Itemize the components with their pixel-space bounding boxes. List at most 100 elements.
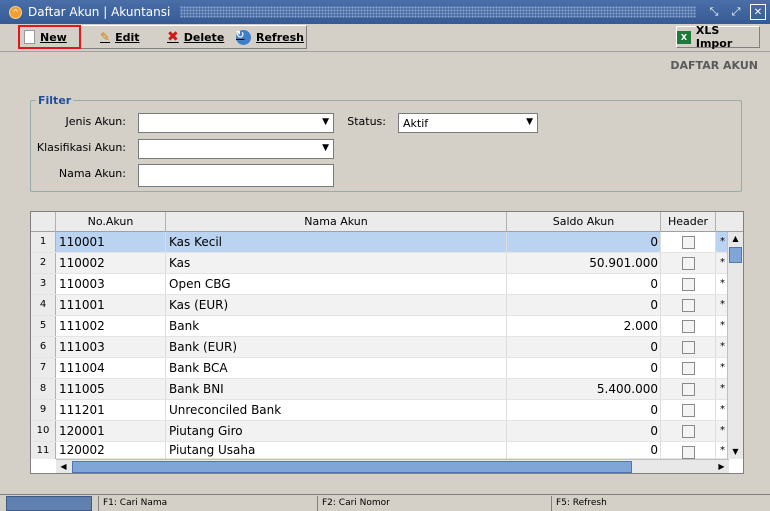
status-select[interactable]: Aktif ▼ <box>398 113 538 133</box>
delete-x-icon: ✖ <box>167 29 179 45</box>
status-indicator <box>6 496 92 511</box>
table-row[interactable]: 3 110003 Open CBG 0 * <box>31 274 729 295</box>
header-checkbox[interactable] <box>682 278 695 291</box>
app-icon: ^ <box>9 5 22 19</box>
account-balance: 0 <box>507 421 661 441</box>
row-number: 5 <box>31 316 56 336</box>
vertical-scrollbar[interactable]: ▲ ▼ <box>727 232 743 459</box>
account-number: 120002 <box>56 442 166 459</box>
status-label: Status: <box>347 115 386 128</box>
account-balance: 50.901.000 <box>507 253 661 273</box>
nama-akun-input[interactable] <box>138 164 334 187</box>
header-cell <box>661 442 716 459</box>
jenis-akun-select[interactable]: ▼ <box>138 113 334 133</box>
row-number: 9 <box>31 400 56 420</box>
account-number: 111004 <box>56 358 166 378</box>
column-header-header[interactable]: Header <box>661 212 716 232</box>
dropdown-arrow-icon: ▼ <box>322 117 329 127</box>
account-balance: 0 <box>507 400 661 420</box>
header-checkbox[interactable] <box>682 299 695 312</box>
refresh-button[interactable]: ↻ Refresh <box>236 26 304 48</box>
xls-import-button[interactable]: X XLS Impor <box>676 24 760 50</box>
row-number: 2 <box>31 253 56 273</box>
delete-button[interactable]: ✖ Delete <box>167 26 224 48</box>
row-number: 4 <box>31 295 56 315</box>
row-number: 7 <box>31 358 56 378</box>
status-f1: F1: Cari Nama <box>98 496 318 511</box>
header-cell <box>661 295 716 315</box>
table-row[interactable]: 11 120002 Piutang Usaha 0 * <box>31 442 729 459</box>
account-name: Bank (EUR) <box>166 337 507 357</box>
vertical-scroll-thumb[interactable] <box>729 247 742 263</box>
account-name: Bank <box>166 316 507 336</box>
title-grip <box>180 6 696 18</box>
status-bar: F1: Cari Nama F2: Cari Nomor F5: Refresh <box>0 494 770 511</box>
scroll-left-icon[interactable]: ◀ <box>56 460 71 473</box>
column-header-nama-akun[interactable]: Nama Akun <box>166 212 507 232</box>
restore-icon[interactable]: ⤡ <box>706 4 722 20</box>
account-name: Kas (EUR) <box>166 295 507 315</box>
header-cell <box>661 316 716 336</box>
refresh-icon: ↻ <box>236 29 251 45</box>
table-row[interactable]: 9 111201 Unreconciled Bank 0 * <box>31 400 729 421</box>
header-checkbox[interactable] <box>682 404 695 417</box>
maximize-icon[interactable]: ⤢ <box>728 4 744 20</box>
account-number: 111003 <box>56 337 166 357</box>
header-cell <box>661 358 716 378</box>
account-name: Kas Kecil <box>166 232 507 252</box>
header-checkbox[interactable] <box>682 236 695 249</box>
header-cell <box>661 274 716 294</box>
table-row[interactable]: 7 111004 Bank BCA 0 * <box>31 358 729 379</box>
excel-icon: X <box>677 30 691 44</box>
jenis-akun-label: Jenis Akun: <box>65 115 126 128</box>
klasifikasi-akun-select[interactable]: ▼ <box>138 139 334 159</box>
account-name: Piutang Giro <box>166 421 507 441</box>
header-checkbox[interactable] <box>682 383 695 396</box>
account-balance: 5.400.000 <box>507 379 661 399</box>
scroll-down-icon[interactable]: ▼ <box>728 445 743 459</box>
header-cell <box>661 421 716 441</box>
table-row[interactable]: 1 110001 Kas Kecil 0 * <box>31 232 729 253</box>
table-row[interactable]: 4 111001 Kas (EUR) 0 * <box>31 295 729 316</box>
column-header-saldo-akun[interactable]: Saldo Akun <box>507 212 661 232</box>
row-number: 1 <box>31 232 56 252</box>
account-name: Piutang Usaha <box>166 442 507 459</box>
table-row[interactable]: 6 111003 Bank (EUR) 0 * <box>31 337 729 358</box>
klasifikasi-akun-label: Klasifikasi Akun: <box>36 141 126 154</box>
header-checkbox[interactable] <box>682 341 695 354</box>
scroll-right-icon[interactable]: ▶ <box>714 460 729 473</box>
header-cell <box>661 400 716 420</box>
edit-button[interactable]: ✎ Edit <box>100 26 139 48</box>
close-icon[interactable]: ✕ <box>750 4 766 20</box>
section-title: DAFTAR AKUN <box>670 59 758 72</box>
column-header-no-akun[interactable]: No.Akun <box>56 212 166 232</box>
row-number-header <box>31 212 56 232</box>
header-cell <box>661 253 716 273</box>
account-balance: 0 <box>507 337 661 357</box>
header-checkbox[interactable] <box>682 362 695 375</box>
account-balance: 0 <box>507 295 661 315</box>
account-name: Unreconciled Bank <box>166 400 507 420</box>
toolbar: New ✎ Edit ✖ Delete ↻ Refresh X XLS Impo… <box>0 24 770 52</box>
horizontal-scroll-thumb[interactable] <box>72 461 632 473</box>
nama-akun-label: Nama Akun: <box>58 167 126 180</box>
header-checkbox[interactable] <box>682 425 695 438</box>
header-cell <box>661 379 716 399</box>
account-name: Bank BCA <box>166 358 507 378</box>
account-number: 110003 <box>56 274 166 294</box>
account-balance: 2.000 <box>507 316 661 336</box>
table-header: No.Akun Nama Akun Saldo Akun Header <box>31 212 743 232</box>
scroll-up-icon[interactable]: ▲ <box>728 232 743 246</box>
table-row[interactable]: 5 111002 Bank 2.000 * <box>31 316 729 337</box>
new-button[interactable]: New <box>18 25 81 49</box>
header-checkbox[interactable] <box>682 320 695 333</box>
status-f2: F2: Cari Nomor <box>317 496 552 511</box>
table-row[interactable]: 2 110002 Kas 50.901.000 * <box>31 253 729 274</box>
header-checkbox[interactable] <box>682 446 695 459</box>
pencil-icon: ✎ <box>100 30 111 44</box>
header-cell <box>661 232 716 252</box>
table-row[interactable]: 10 120001 Piutang Giro 0 * <box>31 421 729 442</box>
header-checkbox[interactable] <box>682 257 695 270</box>
table-row[interactable]: 8 111005 Bank BNI 5.400.000 * <box>31 379 729 400</box>
horizontal-scrollbar[interactable]: ◀ ▶ <box>56 459 729 473</box>
